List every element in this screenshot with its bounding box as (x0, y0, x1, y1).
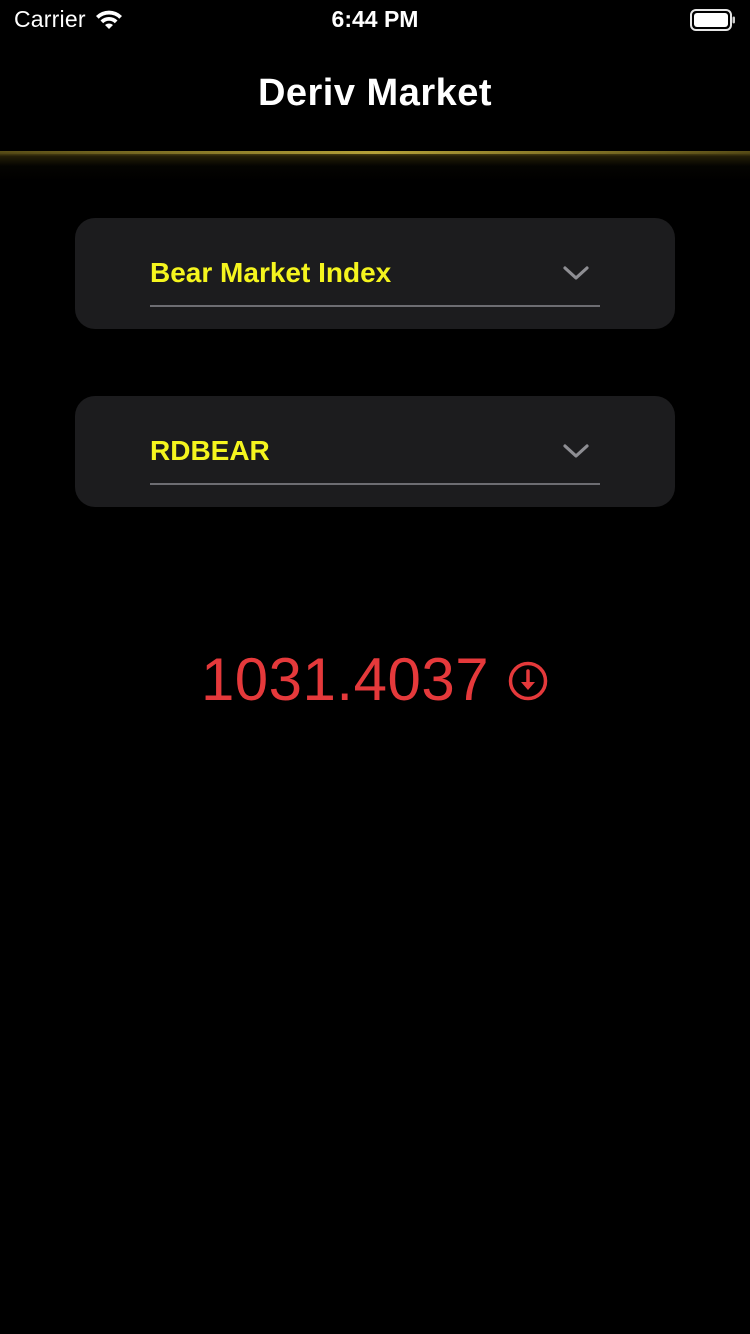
chevron-down-icon[interactable] (562, 442, 590, 460)
market-picker-value: Bear Market Index (150, 257, 392, 288)
nav-shadow-divider (0, 151, 750, 181)
price-value: 1031.4037 (200, 646, 490, 713)
symbol-picker-value: RDBEAR (150, 435, 270, 466)
navigation-bar: Deriv Market (0, 40, 750, 152)
page-title: Deriv Market (257, 72, 493, 114)
status-bar: Carrier 6:44 PM (0, 0, 750, 40)
market-picker[interactable]: Bear Market Index (150, 254, 600, 307)
app-screen: Carrier 6:44 PM Deriv Market Bear Market… (0, 0, 750, 1334)
arrow-down-circle-icon (508, 661, 548, 701)
chevron-down-icon[interactable] (562, 264, 590, 282)
price-display: 1031.4037 (0, 640, 750, 720)
status-time: 6:44 PM (331, 6, 419, 32)
battery-icon (690, 9, 735, 31)
market-picker-card: Bear Market Index (75, 218, 675, 329)
symbol-picker[interactable]: RDBEAR (150, 432, 600, 485)
symbol-picker-card: RDBEAR (75, 396, 675, 507)
